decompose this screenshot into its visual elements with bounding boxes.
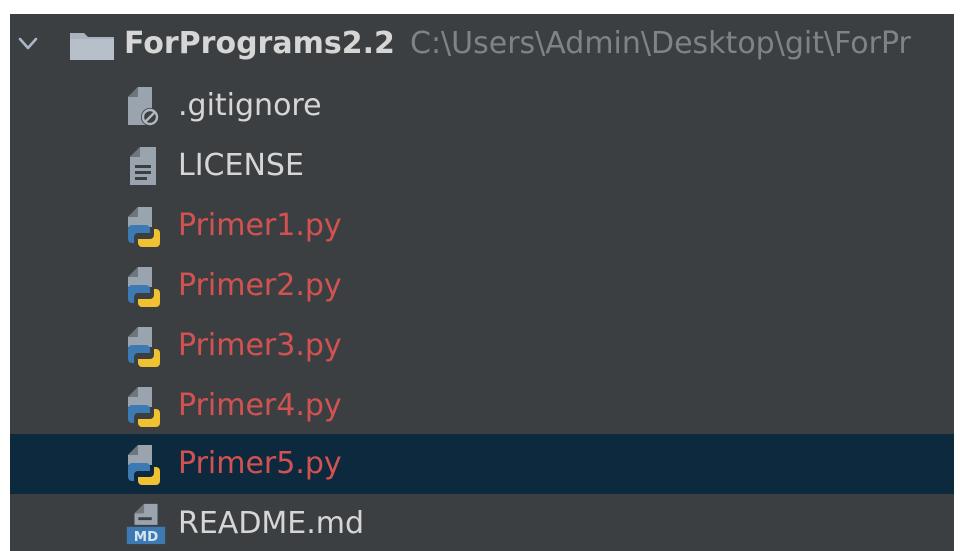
file-name: README.md	[178, 506, 365, 541]
folder-icon	[70, 33, 114, 60]
file-name: Primer1.py	[178, 208, 342, 243]
file-name: Primer2.py	[178, 268, 342, 303]
tree-row-primer5[interactable]: Primer5.py	[10, 434, 954, 494]
tree-row-primer3[interactable]: Primer3.py	[10, 316, 954, 376]
gitignore-file-icon	[128, 87, 159, 126]
tree-row-gitignore[interactable]: .gitignore	[10, 76, 954, 136]
chevron-down-icon[interactable]	[14, 30, 42, 58]
tree-row-readme[interactable]: MD README.md	[10, 494, 954, 551]
file-name: .gitignore	[178, 88, 322, 123]
tree-row-primer4[interactable]: Primer4.py	[10, 376, 954, 436]
file-name: Primer3.py	[178, 328, 342, 363]
python-file-icon	[128, 387, 160, 427]
python-file-icon	[128, 327, 160, 367]
python-file-icon	[128, 207, 160, 247]
python-file-icon	[128, 267, 160, 307]
project-tree-panel: ForPrograms2.2 C:\Users\Admin\Desktop\gi…	[10, 14, 954, 551]
svg-text:MD: MD	[134, 530, 158, 545]
tree-row-project-root[interactable]: ForPrograms2.2 C:\Users\Admin\Desktop\gi…	[10, 14, 954, 76]
text-file-icon	[130, 147, 156, 185]
markdown-file-icon: MD	[126, 503, 166, 545]
project-name: ForPrograms2.2	[124, 26, 395, 61]
file-name: LICENSE	[178, 148, 304, 183]
project-path: C:\Users\Admin\Desktop\git\ForPr	[410, 26, 911, 61]
file-name: Primer4.py	[178, 388, 342, 423]
tree-row-primer2[interactable]: Primer2.py	[10, 256, 954, 316]
tree-row-license[interactable]: LICENSE	[10, 136, 954, 196]
python-file-icon	[128, 445, 160, 485]
tree-row-primer1[interactable]: Primer1.py	[10, 196, 954, 256]
file-name: Primer5.py	[178, 446, 342, 481]
